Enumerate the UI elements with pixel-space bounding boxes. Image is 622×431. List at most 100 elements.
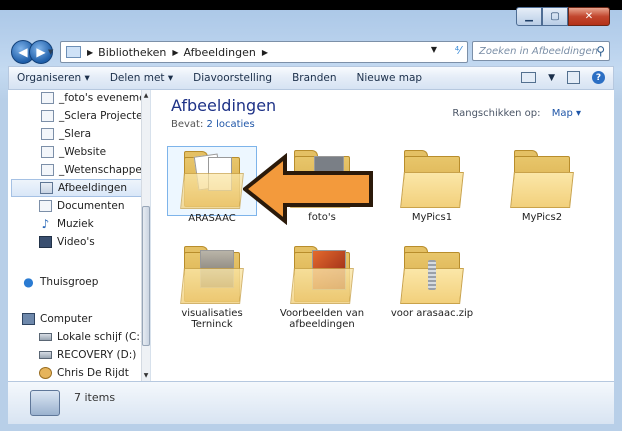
- library-includes: Bevat: 2 locaties: [171, 119, 255, 130]
- toolbar-right: ▼ ?: [521, 71, 605, 84]
- scroll-up-icon[interactable]: ▲: [142, 92, 150, 99]
- folder-icon: [180, 246, 244, 304]
- navigation-bar: ◀ ▶ ▼ ▶ Bibliotheken ▶ Afbeeldingen ▶ ▼ …: [0, 38, 622, 66]
- nav-item-label: _Sclera Projecten: [59, 110, 150, 122]
- arrange-label: Rangschikken op:: [452, 108, 541, 119]
- folder-front-icon: [180, 173, 244, 209]
- chevron-right-icon: ▶: [87, 47, 94, 57]
- nav-item-label: Muziek: [57, 218, 94, 230]
- folder-item[interactable]: MyPics2: [497, 146, 587, 223]
- recent-pages-dropdown[interactable]: ▼: [48, 48, 53, 56]
- arrange-dropdown[interactable]: Map ▾: [552, 108, 581, 119]
- nav-item[interactable]: _foto's evenemen: [41, 90, 151, 107]
- nav-item-videos[interactable]: Video's: [39, 233, 95, 251]
- computer-icon: [22, 313, 35, 325]
- includes-label: Bevat:: [171, 119, 204, 130]
- document-icon: [41, 146, 54, 158]
- nav-item-label: _Slera: [59, 128, 92, 140]
- nav-item-computer[interactable]: Computer: [22, 310, 92, 328]
- item-label: visualisaties Terninck: [181, 308, 243, 330]
- nav-item-user[interactable]: Chris De Rijdt: [39, 364, 129, 381]
- navigation-pane: _foto's evenemen _Sclera Projecten _Sler…: [8, 90, 151, 381]
- nav-item-label: Computer: [40, 313, 93, 325]
- homegroup-icon: ●: [23, 275, 34, 289]
- zip-item[interactable]: voor arasaac.zip: [387, 242, 477, 319]
- details-pane: 7 items: [8, 381, 614, 424]
- chevron-down-icon[interactable]: ▼: [548, 73, 555, 83]
- search-icon[interactable]: ⚲: [596, 44, 605, 58]
- nav-item-label: Afbeeldingen: [58, 182, 128, 194]
- nav-item-homegroup[interactable]: ● Thuisgroep: [22, 273, 98, 291]
- maximize-button[interactable]: ▢: [542, 7, 568, 26]
- slideshow-button[interactable]: Diavoorstelling: [183, 72, 282, 84]
- nav-item[interactable]: _Slera: [41, 125, 91, 143]
- nav-item[interactable]: _Website: [41, 143, 106, 161]
- chevron-right-icon: ▶: [261, 47, 268, 57]
- nav-scrollbar[interactable]: ▲ ▼: [141, 90, 150, 381]
- folder-icon: [290, 246, 354, 304]
- title-bar[interactable]: ▁ ▢ ✕: [0, 0, 622, 38]
- folder-item[interactable]: visualisaties Terninck: [167, 242, 257, 330]
- explorer-window: ▁ ▢ ✕ ◀ ▶ ▼ ▶ Bibliotheken ▶ Afbeeldinge…: [0, 0, 622, 431]
- nav-item-muziek[interactable]: ♪ Muziek: [39, 215, 94, 233]
- item-label: MyPics2: [521, 212, 563, 223]
- command-bar: Organiseren ▾ Delen met ▾ Diavoorstellin…: [8, 66, 614, 90]
- item-label: Voorbeelden van afbeeldingen: [279, 308, 365, 330]
- search-placeholder: Zoeken in Afbeeldingen: [479, 45, 598, 57]
- folder-item[interactable]: Voorbeelden van afbeeldingen: [277, 242, 367, 330]
- nav-item-label: _foto's evenemen: [59, 92, 151, 104]
- folder-icon: [510, 150, 574, 208]
- nav-item-label: _Wetenschappeli: [59, 164, 148, 176]
- preview-pane-icon[interactable]: [567, 71, 580, 84]
- address-dropdown-icon[interactable]: ▼: [431, 45, 437, 54]
- breadcrumb-bibliotheken[interactable]: Bibliotheken: [98, 46, 166, 59]
- nav-item-drive-d[interactable]: RECOVERY (D:): [39, 346, 136, 364]
- folder-icon: [180, 151, 244, 209]
- nav-item-label: Documenten: [57, 200, 125, 212]
- nav-item[interactable]: _Wetenschappeli: [41, 161, 148, 179]
- nav-item-drive-c[interactable]: Lokale schijf (C:): [39, 328, 144, 346]
- folder-icon: [400, 150, 464, 208]
- breadcrumb-afbeeldingen[interactable]: Afbeeldingen: [184, 46, 256, 59]
- share-button[interactable]: Delen met ▾: [100, 72, 183, 84]
- music-icon: ♪: [41, 217, 50, 231]
- folder-front-icon: [400, 172, 464, 208]
- close-button[interactable]: ✕: [568, 7, 610, 26]
- refresh-icon[interactable]: ⁴⁄: [455, 44, 461, 57]
- library-icon: [66, 46, 81, 58]
- drive-icon: [39, 333, 52, 341]
- library-icon: [40, 182, 53, 194]
- document-icon: [41, 110, 54, 122]
- file-view: Afbeeldingen Bevat: 2 locaties Rangschik…: [151, 90, 614, 381]
- scroll-thumb[interactable]: [142, 206, 150, 346]
- scroll-down-icon[interactable]: ▼: [142, 372, 150, 379]
- item-label: voor arasaac.zip: [390, 308, 474, 319]
- nav-item[interactable]: _Sclera Projecten: [41, 107, 149, 125]
- view-options-icon[interactable]: [521, 72, 537, 83]
- document-icon: [41, 128, 54, 140]
- address-bar[interactable]: ▶ Bibliotheken ▶ Afbeeldingen ▶ ▼ ⁴⁄: [60, 41, 468, 63]
- drive-icon: [39, 351, 52, 359]
- help-icon[interactable]: ?: [592, 71, 605, 84]
- highlight-arrow-icon: [243, 153, 373, 225]
- organise-button[interactable]: Organiseren ▾: [9, 72, 100, 84]
- library-icon: [30, 390, 60, 416]
- window-controls: ▁ ▢ ✕: [516, 7, 610, 26]
- minimize-button[interactable]: ▁: [516, 7, 542, 26]
- nav-item-documenten[interactable]: Documenten: [39, 197, 125, 215]
- zipper-icon: [428, 260, 436, 290]
- nav-item-label: Chris De Rijdt: [57, 367, 129, 379]
- folder-item[interactable]: MyPics1: [387, 146, 477, 223]
- folder-front-icon: [180, 268, 244, 304]
- arrange-by: Rangschikken op: Map ▾: [452, 108, 581, 119]
- includes-link[interactable]: 2 locaties: [207, 119, 255, 130]
- document-icon: [41, 164, 54, 176]
- user-icon: [39, 367, 52, 379]
- nav-item-label: Lokale schijf (C:): [57, 331, 144, 343]
- burn-button[interactable]: Branden: [282, 72, 346, 84]
- new-folder-button[interactable]: Nieuwe map: [346, 72, 432, 84]
- library-icon: [39, 200, 52, 212]
- nav-item-afbeeldingen[interactable]: Afbeeldingen: [11, 179, 149, 197]
- search-input[interactable]: Zoeken in Afbeeldingen ⚲: [472, 41, 610, 61]
- document-icon: [41, 92, 54, 104]
